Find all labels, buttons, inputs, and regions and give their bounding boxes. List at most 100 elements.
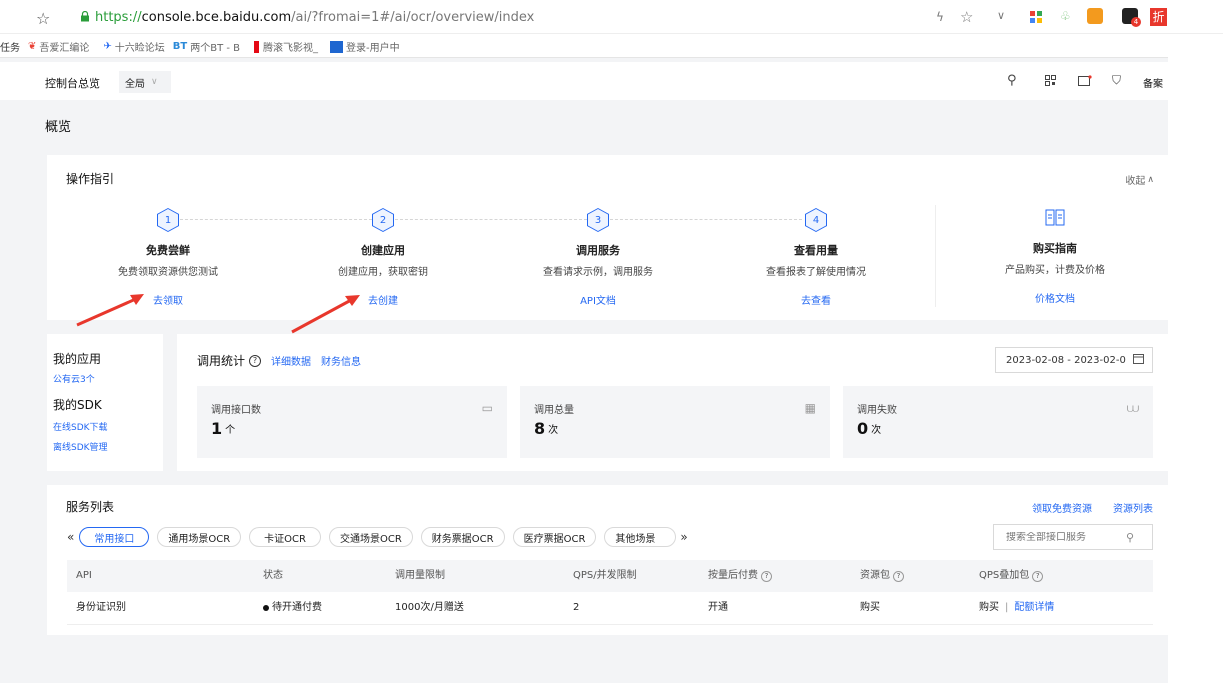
discount-extension-icon[interactable]: 折: [1150, 8, 1167, 26]
bookmark-favicon-icon: ✈: [103, 41, 112, 52]
qrcode-icon[interactable]: [1045, 75, 1056, 89]
step-desc: 查看请求示例，调用服务: [543, 267, 653, 278]
cart-icon[interactable]: ⛉: [1112, 73, 1121, 88]
console-header: 控制台总览 全局 ∨ ⚲ ⛉ 备案: [0, 62, 1168, 100]
region-select[interactable]: 全局 ∨: [119, 71, 171, 93]
help-icon: ?: [1032, 570, 1044, 582]
search-icon[interactable]: ⚲: [1007, 73, 1017, 88]
guide-purchase: 购买指南 产品购买，计费及价格 价格文档: [965, 208, 1145, 305]
step-title: 调用服务: [576, 244, 620, 257]
guide-title: 操作指引: [66, 172, 115, 186]
apps-grid-icon[interactable]: [1030, 11, 1042, 26]
tab-finance-ocr[interactable]: 财务票据OCR: [420, 527, 505, 547]
buy-qps-link[interactable]: 购买: [979, 592, 999, 624]
star-icon[interactable]: ☆: [36, 9, 50, 28]
step-desc: 创建应用，获取密钥: [338, 267, 428, 278]
tab-general-ocr[interactable]: 通用场景OCR: [157, 527, 242, 547]
date-range-picker[interactable]: 2023-02-08 - 2023-02-0: [995, 347, 1153, 373]
bookmark-favicon-icon: [254, 40, 260, 53]
status-dot-icon: [263, 605, 269, 611]
tab-card-ocr[interactable]: 卡证OCR: [249, 527, 321, 547]
grid-icon: ▦: [804, 401, 816, 415]
bookmark-item[interactable]: 十六睑论坛: [115, 39, 165, 54]
resource-list-link[interactable]: 资源列表: [1113, 500, 1153, 515]
enable-link[interactable]: 开通: [708, 592, 728, 624]
orange-extension-icon[interactable]: [1087, 8, 1103, 24]
stats-header: 调用统计 ? 详细数据 财务信息: [197, 352, 361, 369]
red-arrow-2: [291, 297, 354, 334]
stat-value: 8次: [534, 419, 559, 438]
col-call-limit: 调用量限制: [395, 570, 445, 581]
message-icon[interactable]: [1078, 75, 1092, 90]
purchase-title: 购买指南: [1033, 242, 1077, 255]
claim-free-resource-link[interactable]: 领取免费资源: [1032, 500, 1092, 515]
chevron-down-icon[interactable]: ∨: [997, 9, 1005, 22]
bookmark-item[interactable]: 登录-用户中: [346, 39, 400, 54]
offline-sdk-link[interactable]: 离线SDK管理: [53, 440, 108, 453]
separator: |: [1005, 602, 1009, 613]
tab-medical-ocr[interactable]: 医疗票据OCR: [512, 527, 597, 547]
col-api: API: [76, 570, 92, 581]
bookmark-item[interactable]: 吾爱汇编论: [39, 39, 89, 54]
my-apps-title: 我的应用: [53, 352, 102, 366]
bookmark-item[interactable]: 任务: [0, 39, 20, 54]
bookmark-favicon-icon: BT: [172, 41, 188, 52]
stats-title: 调用统计: [197, 354, 246, 368]
service-search-box[interactable]: ⚲: [993, 524, 1153, 550]
step-title: 查看用量: [794, 244, 838, 257]
api-doc-link[interactable]: API文档: [508, 292, 688, 307]
url-path: /ai/?fromai=1#/ai/ocr/overview/index: [291, 10, 535, 25]
lightning-icon[interactable]: ϟ: [936, 10, 944, 24]
view-link[interactable]: 去查看: [726, 292, 906, 307]
tab-other-scenes[interactable]: 其他场景: [604, 527, 677, 547]
stat-label: 调用总量: [534, 405, 574, 416]
bookmark-item[interactable]: 腾滚飞影视_: [263, 39, 318, 54]
buy-package-link[interactable]: 购买: [860, 592, 880, 624]
col-status: 状态: [263, 570, 283, 581]
step-number-icon: 4: [805, 208, 827, 232]
stat-card-apis: 调用接口数 ▭ 1个: [197, 386, 507, 458]
stat-value: 0次: [857, 419, 882, 438]
favorite-star-icon[interactable]: ☆: [960, 8, 973, 26]
step-title: 创建应用: [361, 244, 405, 257]
online-sdk-link[interactable]: 在线SDK下载: [53, 420, 108, 433]
lock-icon: [80, 10, 90, 22]
tab-traffic-ocr[interactable]: 交通场景OCR: [328, 527, 413, 547]
scroll-left-icon[interactable]: «: [67, 530, 74, 544]
tab-common-api[interactable]: 常用接口: [79, 527, 150, 547]
bookmark-item[interactable]: 两个BT - B: [190, 39, 240, 54]
price-doc-link[interactable]: 价格文档: [965, 290, 1145, 305]
cell-call-limit: 1000次/月赠送: [395, 602, 464, 613]
filing-link[interactable]: 备案: [1143, 75, 1163, 90]
my-apps-card: 我的应用 公有云3个 我的SDK 在线SDK下载 离线SDK管理: [47, 334, 163, 471]
help-icon[interactable]: ?: [249, 354, 262, 367]
url-scheme: https://: [95, 10, 142, 25]
guide-divider: [935, 205, 936, 307]
public-cloud-link[interactable]: 公有云3个: [53, 372, 95, 385]
step-number-icon: 3: [587, 208, 609, 232]
url-text[interactable]: https:// console.bce.baidu.com /ai/?from…: [95, 10, 534, 25]
keyboard-icon: ▭: [481, 401, 493, 415]
help-icon: ?: [893, 570, 904, 582]
leaf-extension-icon[interactable]: ♧: [1060, 9, 1071, 23]
service-search-input[interactable]: [1006, 531, 1126, 543]
browser-address-bar: ☆ https:// console.bce.baidu.com /ai/?fr…: [0, 0, 1223, 34]
col-postpay: 按量后付费?: [708, 560, 772, 592]
quota-detail-link[interactable]: 配额详情: [1014, 592, 1054, 624]
step-desc: 查看报表了解使用情况: [766, 267, 866, 278]
bookmark-favicon-icon: ❦: [28, 41, 37, 52]
bookmark-favicon-icon: [330, 40, 344, 53]
stat-card-total: 调用总量 ▦ 8次: [520, 386, 830, 458]
finance-info-link[interactable]: 财务信息: [321, 353, 361, 368]
scroll-right-icon[interactable]: »: [680, 530, 687, 544]
guide-step-call-service: 3 调用服务 查看请求示例，调用服务 API文档: [508, 208, 688, 307]
extension-badge: 4: [1131, 17, 1141, 27]
collapse-button[interactable]: 收起 ∧: [1125, 172, 1154, 188]
page-title: 概览: [45, 120, 72, 135]
category-tabs: « 常用接口 通用场景OCR 卡证OCR 交通场景OCR 财务票据OCR 医疗票…: [67, 527, 688, 547]
cell-api: 身份证识别: [76, 602, 126, 613]
step-title: 免费尝鲜: [146, 244, 190, 257]
col-qps-pack: QPS叠加包?: [979, 560, 1044, 592]
console-overview-link[interactable]: 控制台总览: [45, 75, 100, 91]
detail-data-link[interactable]: 详细数据: [271, 353, 311, 368]
